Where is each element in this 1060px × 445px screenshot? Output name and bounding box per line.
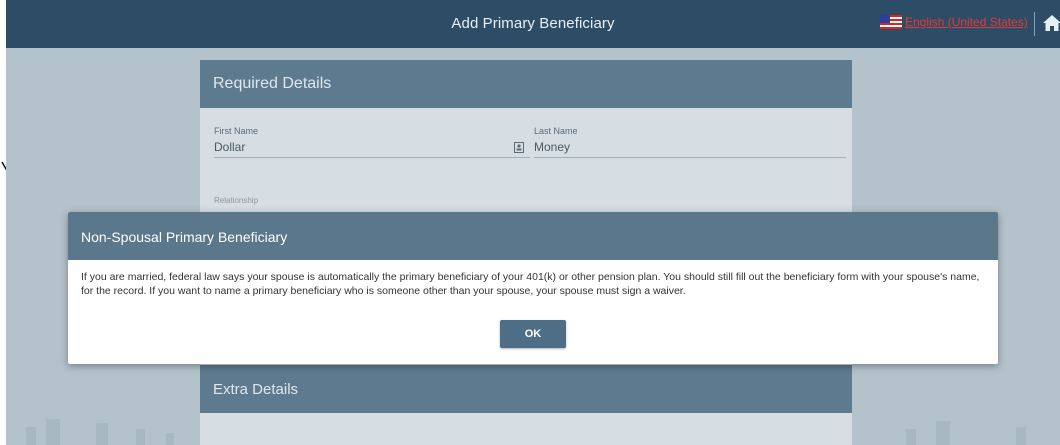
last-name-underline xyxy=(534,157,846,158)
last-name-label: Last Name xyxy=(534,126,578,136)
contact-card-icon[interactable] xyxy=(514,142,524,153)
ok-button[interactable]: OK xyxy=(500,320,566,348)
relationship-label: Relationship xyxy=(214,196,259,205)
required-details-header: Required Details xyxy=(200,60,852,108)
dialog-header: Non-Spousal Primary Beneficiary xyxy=(68,212,998,260)
screenshot-stage: Add Primary Beneficiary English (United … xyxy=(0,0,1060,445)
language-selector[interactable]: English (United States) xyxy=(880,15,1028,29)
last-name-input[interactable]: Money xyxy=(534,140,570,154)
first-name-input[interactable]: Dollar xyxy=(214,140,245,154)
first-name-underline xyxy=(214,157,530,158)
header-divider xyxy=(1034,12,1035,36)
home-icon[interactable] xyxy=(1042,14,1060,32)
extra-details-header: Extra Details xyxy=(200,365,852,413)
top-bar: Add Primary Beneficiary English (United … xyxy=(6,0,1060,48)
required-details-title: Required Details xyxy=(213,75,332,92)
dialog-message: If you are married, federal law says you… xyxy=(81,271,980,297)
app-window: Add Primary Beneficiary English (United … xyxy=(6,0,1060,445)
us-flag-icon xyxy=(880,15,902,29)
non-spousal-beneficiary-dialog: Non-Spousal Primary Beneficiary If you a… xyxy=(68,212,998,364)
extra-details-title: Extra Details xyxy=(213,381,299,398)
first-name-label: First Name xyxy=(214,126,259,136)
dialog-title: Non-Spousal Primary Beneficiary xyxy=(81,229,288,245)
language-link[interactable]: English (United States) xyxy=(905,15,1028,29)
